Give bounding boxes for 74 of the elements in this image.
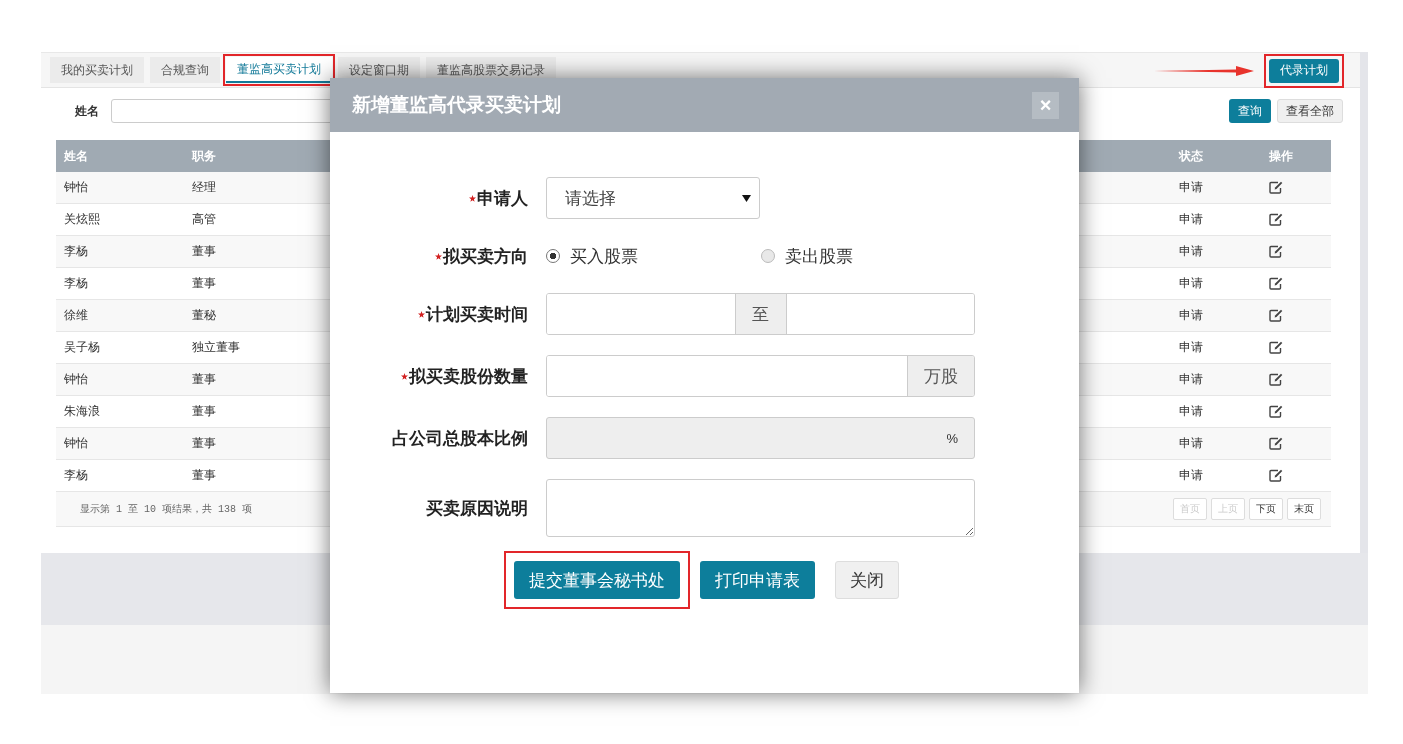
edit-icon[interactable] <box>1269 373 1283 386</box>
reason-field[interactable] <box>546 479 975 537</box>
table-cell-text: 钟怡 <box>63 179 89 196</box>
field-label: 占公司总股本比例 <box>392 427 528 450</box>
dialog-title: 新增董监高代录买卖计划 <box>352 93 561 117</box>
edit-icon[interactable] <box>1269 277 1283 290</box>
edit-icon[interactable] <box>1269 469 1283 482</box>
edit-icon[interactable] <box>1269 309 1283 322</box>
table-cell-text: 申请 <box>1179 179 1204 196</box>
table-cell-text: 高管 <box>192 211 217 228</box>
table-cell-text: 董事 <box>192 243 217 260</box>
tab[interactable]: 合规查询 <box>150 57 220 83</box>
table-cell-text: 经理 <box>192 179 217 196</box>
table-cell-text: 钟怡 <box>63 371 89 388</box>
column-header: 状态 <box>1179 147 1204 165</box>
table-cell-text: 李杨 <box>63 467 89 484</box>
table-cell-text: 董事 <box>192 467 217 484</box>
table-cell-text: 申请 <box>1179 211 1204 228</box>
caret-icon <box>742 194 751 202</box>
column-header: 职务 <box>192 147 217 165</box>
range-separator: 至 <box>734 294 787 334</box>
field-label: 计划买卖时间 <box>426 303 528 326</box>
table-cell-text: 申请 <box>1179 275 1204 292</box>
table-cell-text: 董事 <box>192 403 217 420</box>
dialog-button[interactable]: 关闭 <box>835 561 899 599</box>
field-label: 申请人 <box>477 187 528 210</box>
search-button[interactable]: 查看全部 <box>1277 99 1343 123</box>
search-button[interactable]: 查询 <box>1229 99 1271 123</box>
table-cell-text: 朱海浪 <box>63 403 101 420</box>
date-range-field[interactable]: 至 <box>546 293 975 335</box>
field-label: 买卖原因说明 <box>426 497 528 520</box>
radio-option[interactable]: 买入股票 <box>546 244 761 268</box>
edit-icon[interactable] <box>1269 437 1283 450</box>
table-cell-text: 申请 <box>1179 307 1204 324</box>
table-cell-text: 独立董事 <box>192 339 241 356</box>
table-cell-text: 申请 <box>1179 371 1204 388</box>
radio-option[interactable]: 卖出股票 <box>760 244 975 268</box>
tab[interactable]: 董监高买卖计划 <box>226 57 332 83</box>
table-cell-text: 申请 <box>1179 403 1204 420</box>
page-button[interactable]: 下页 <box>1249 498 1283 520</box>
pagination-summary: 显示第 1 至 10 项结果，共 138 项 <box>80 502 252 516</box>
table-cell-text: 李杨 <box>63 243 89 260</box>
table-cell-text: 董秘 <box>192 307 217 324</box>
edit-icon[interactable] <box>1269 405 1283 418</box>
quantity-group[interactable]: 万股 <box>546 355 975 397</box>
table-cell-text: 吴子杨 <box>63 339 101 356</box>
edit-icon[interactable] <box>1269 245 1283 258</box>
applicant-select[interactable]: 请选择 <box>546 177 760 219</box>
table-cell-text: 董事 <box>192 435 217 452</box>
table-cell-text: 申请 <box>1179 243 1204 260</box>
table-cell-text: 董事 <box>192 371 217 388</box>
ratio-field: % <box>546 417 975 459</box>
column-header: 操作 <box>1269 147 1294 165</box>
tab[interactable]: 我的买卖计划 <box>50 57 144 83</box>
table-cell-text: 关炫熙 <box>63 211 101 228</box>
table-cell-text: 李杨 <box>63 275 89 292</box>
table-cell-text: 徐维 <box>63 307 89 324</box>
add-plan-button[interactable]: 代录计划 <box>1269 58 1339 83</box>
field-label: 拟买卖股份数量 <box>409 365 528 388</box>
page-button[interactable]: 末页 <box>1287 498 1321 520</box>
table-cell-text: 申请 <box>1179 467 1204 484</box>
dialog-button[interactable]: 提交董事会秘书处 <box>514 561 680 599</box>
table-cell-text: 董事 <box>192 275 217 292</box>
unit-label: 万股 <box>907 356 974 396</box>
edit-icon[interactable] <box>1269 341 1283 354</box>
table-cell-text: 钟怡 <box>63 435 89 452</box>
column-header: 姓名 <box>63 147 89 165</box>
edit-icon[interactable] <box>1269 213 1283 226</box>
edit-icon[interactable] <box>1269 181 1283 194</box>
table-cell-text: 申请 <box>1179 339 1204 356</box>
search-label: 姓名 <box>75 102 100 120</box>
dialog-button[interactable]: 打印申请表 <box>700 561 815 599</box>
field-label: 拟买卖方向 <box>443 245 528 268</box>
table-cell-text: 申请 <box>1179 435 1204 452</box>
